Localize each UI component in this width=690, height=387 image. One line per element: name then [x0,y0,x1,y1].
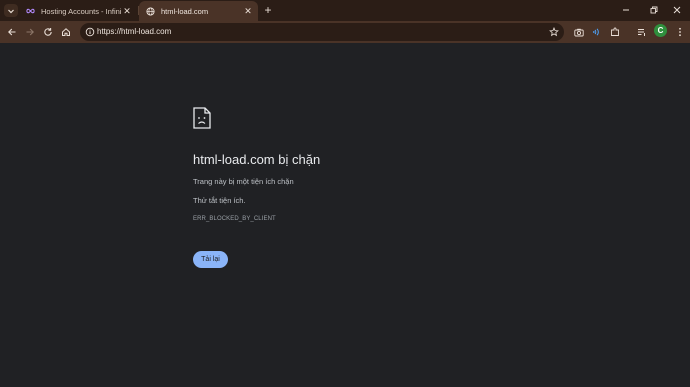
audio-extension-icon[interactable] [590,25,604,39]
error-description: Trang này bị một tiện ích chặn [193,177,294,186]
url-text[interactable]: https://html-load.com [97,27,171,36]
tab-strip: Hosting Accounts - InfinityFree ✕ html-l… [0,0,690,21]
infinity-icon [26,7,35,16]
close-tab-icon[interactable]: ✕ [242,5,254,17]
close-tab-icon[interactable]: ✕ [121,5,133,17]
chevron-down-icon [8,9,14,13]
tab-title: html-load.com [161,6,209,16]
extensions-puzzle-icon[interactable] [608,25,622,39]
restore-icon [650,6,658,14]
site-info-icon[interactable] [84,26,96,38]
tab-hosting-accounts[interactable]: Hosting Accounts - InfinityFree ✕ [19,1,137,21]
refresh-icon [44,28,52,36]
media-queue-icon[interactable] [635,25,649,39]
globe-icon [146,6,155,16]
close-window-button[interactable] [664,2,690,18]
reload-button[interactable] [41,25,55,39]
sad-page-icon [193,107,211,129]
tab-html-load[interactable]: html-load.com ✕ [139,1,258,21]
tab-title: Hosting Accounts - InfinityFree [41,6,121,16]
home-icon [62,28,70,36]
minimize-icon [623,9,629,11]
reload-page-button[interactable]: Tải lại [193,251,228,268]
home-button[interactable] [59,25,73,39]
menu-kebab-icon[interactable] [673,25,687,39]
error-code: ERR_BLOCKED_BY_CLIENT [193,216,276,222]
error-hint: Thử tắt tiện ích. [193,196,246,205]
new-tab-button[interactable]: + [262,4,274,16]
camera-extension-icon[interactable] [572,25,586,39]
forward-button[interactable] [23,25,37,39]
error-title: html-load.com bị chặn [193,152,321,167]
browser-toolbar: https://html-load.com C [0,21,690,43]
address-bar[interactable]: https://html-load.com [80,23,564,41]
profile-avatar[interactable]: C [654,24,667,37]
back-button[interactable] [5,25,19,39]
arrow-right-icon [26,28,34,36]
bookmark-star-icon[interactable] [548,26,560,38]
close-icon [673,6,681,14]
minimize-window-button[interactable] [613,2,639,18]
tab-search-button[interactable] [4,4,18,17]
arrow-left-icon [8,28,16,36]
